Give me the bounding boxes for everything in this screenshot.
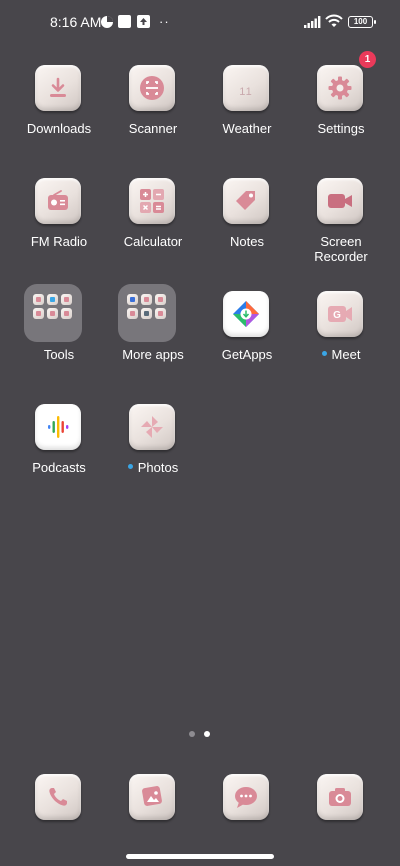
podcasts-icon [35, 404, 81, 450]
app-weather[interactable]: 11 Weather [200, 65, 294, 165]
app-meet[interactable]: G Meet [294, 291, 388, 391]
gear-icon [317, 65, 363, 111]
app-label: Photos [106, 460, 200, 475]
app-notes[interactable]: Notes [200, 178, 294, 278]
dock-phone[interactable] [12, 774, 106, 866]
download-icon [35, 65, 81, 111]
app-getapps[interactable]: GetApps [200, 291, 294, 391]
battery-icon: 100 [348, 16, 376, 28]
app-calculator[interactable]: Calculator [106, 178, 200, 278]
folder-more-apps[interactable]: More apps [106, 284, 200, 391]
tag-icon [223, 178, 269, 224]
status-bar: 8:16 AM ·· 100 [0, 0, 400, 44]
folder-icon [118, 284, 176, 342]
app-label: Meet [294, 347, 388, 362]
more-notifications-icon: ·· [159, 14, 170, 29]
app-label: Downloads [26, 121, 92, 136]
app-scanner[interactable]: Scanner [106, 65, 200, 165]
app-fm-radio[interactable]: FM Radio [12, 178, 106, 278]
gallery-icon [129, 774, 175, 820]
app-label-text: Photos [137, 460, 179, 475]
new-app-dot [127, 464, 133, 470]
app-downloads[interactable]: Downloads [12, 65, 106, 165]
video-camera-icon [317, 178, 363, 224]
notification-badge: 1 [359, 51, 376, 68]
new-app-dot [321, 351, 327, 357]
app-label: Tools [43, 347, 75, 362]
app-label: GetApps [221, 347, 273, 362]
getapps-icon [223, 291, 269, 337]
dock-messages[interactable] [200, 774, 294, 866]
app-label: Podcasts [32, 460, 86, 475]
upload-icon [137, 15, 150, 33]
app-label: More apps [122, 347, 184, 362]
svg-text:G: G [333, 310, 341, 321]
app-label: Weather [222, 121, 272, 136]
page-indicator-2[interactable] [204, 731, 210, 737]
app-settings[interactable]: Settings [294, 65, 388, 165]
app-label: Screen Recorder [294, 234, 388, 264]
phone-icon [35, 774, 81, 820]
app-screen-recorder[interactable]: Screen Recorder [294, 178, 388, 278]
app-label: Notes [230, 234, 264, 249]
signal-icon [304, 15, 322, 33]
app-label: Scanner [128, 121, 178, 136]
message-icon [223, 774, 269, 820]
data-saver-icon [100, 15, 114, 34]
home-indicator[interactable] [126, 854, 274, 859]
app-photos[interactable]: Photos [106, 404, 200, 504]
battery-level: 100 [353, 17, 368, 26]
app-label-line2: Recorder [314, 249, 368, 264]
app-label: FM Radio [30, 234, 88, 249]
radio-icon [35, 178, 81, 224]
app-podcasts[interactable]: Podcasts [12, 404, 106, 504]
status-time: 8:16 AM [50, 14, 102, 30]
weather-icon: 11 [223, 65, 269, 111]
meet-icon: G [317, 291, 363, 337]
app-label-line1: Screen [320, 234, 362, 249]
dock-gallery[interactable] [106, 774, 200, 866]
pinwheel-icon [129, 404, 175, 450]
app-label: Calculator [123, 234, 183, 249]
app-label-text: Meet [331, 347, 361, 362]
wifi-icon [325, 14, 343, 33]
dock-camera[interactable] [294, 774, 388, 866]
calculator-icon [129, 178, 175, 224]
weather-temperature: 11 [239, 86, 253, 98]
page-indicator-1[interactable] [189, 731, 195, 737]
folder-icon [24, 284, 82, 342]
folder-tools[interactable]: Tools [12, 284, 106, 391]
notification-square-icon [118, 15, 131, 33]
scanner-icon [129, 65, 175, 111]
app-label: Settings [317, 121, 365, 136]
camera-icon [317, 774, 363, 820]
